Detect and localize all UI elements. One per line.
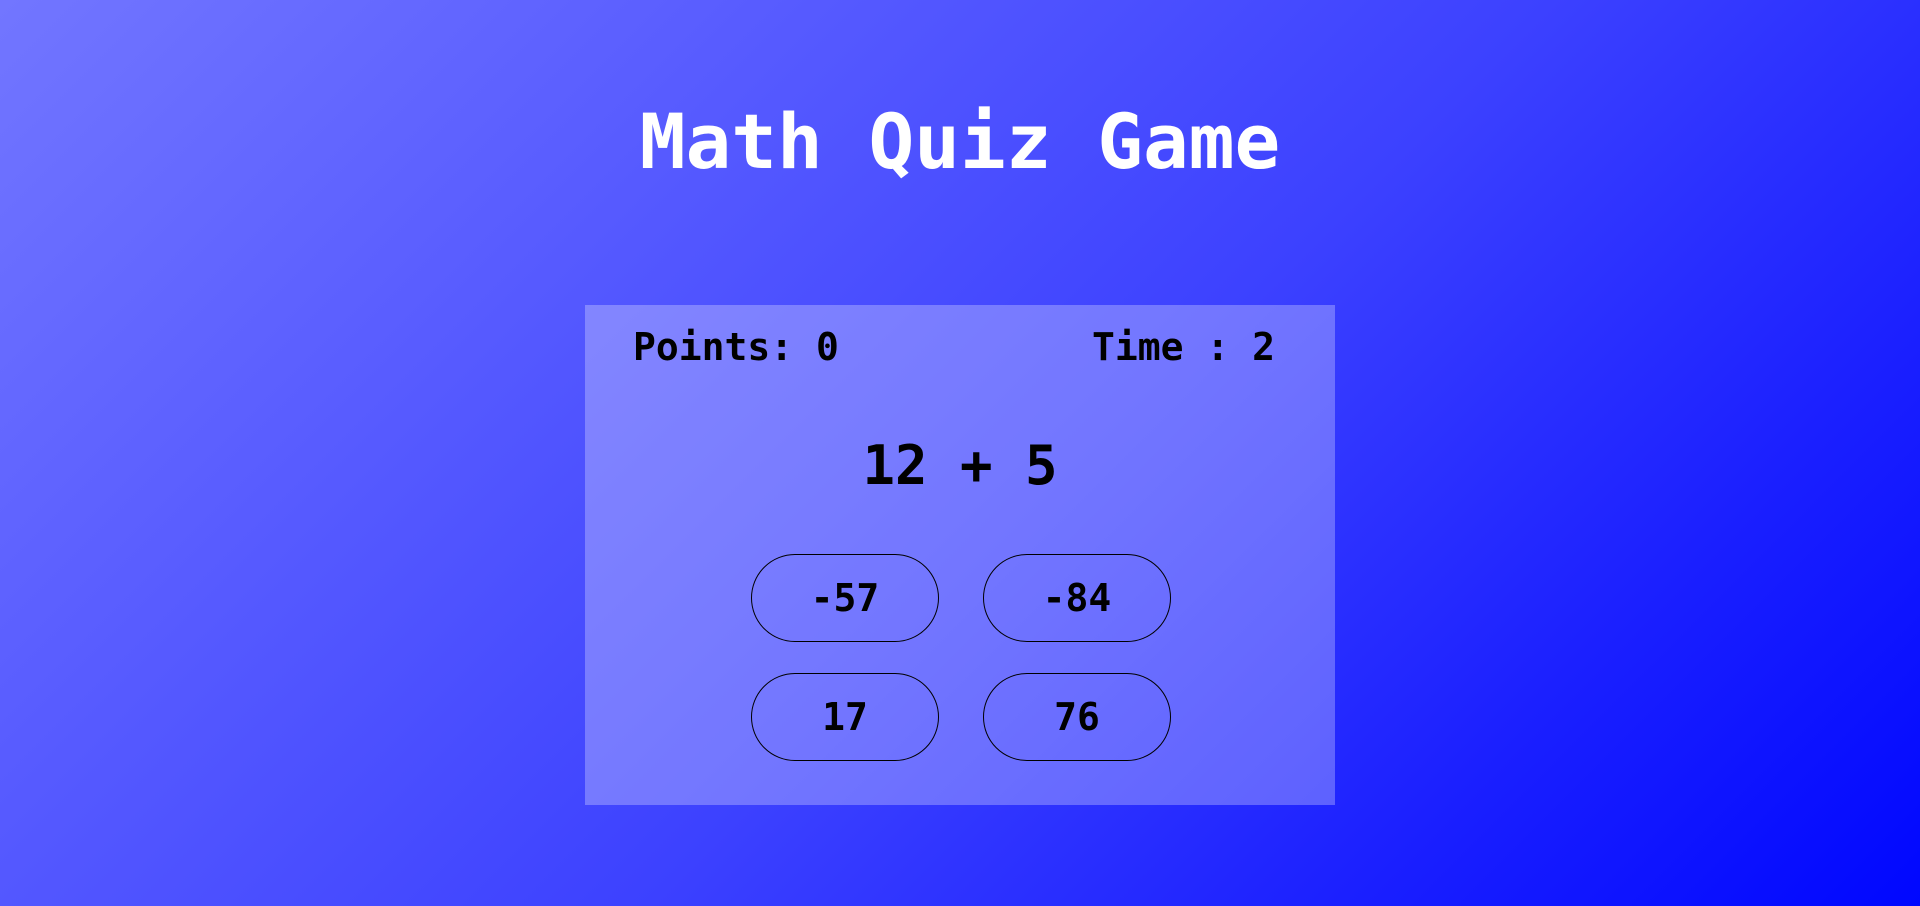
points-display: Points: 0: [633, 325, 839, 369]
answer-button-4[interactable]: 76: [983, 673, 1171, 761]
timer-display: Time : 2: [1091, 325, 1275, 369]
answer-button-3[interactable]: 17: [751, 673, 939, 761]
quiz-card: Points: 0 Time : 2 12 + 5 -57 -84 17 76: [585, 305, 1335, 805]
question-text: 12 + 5: [862, 434, 1058, 497]
game-title: Math Quiz Game: [639, 97, 1281, 186]
answer-button-2[interactable]: -84: [983, 554, 1171, 642]
answer-grid: -57 -84 17 76: [751, 554, 1171, 761]
answer-button-1[interactable]: -57: [751, 554, 939, 642]
